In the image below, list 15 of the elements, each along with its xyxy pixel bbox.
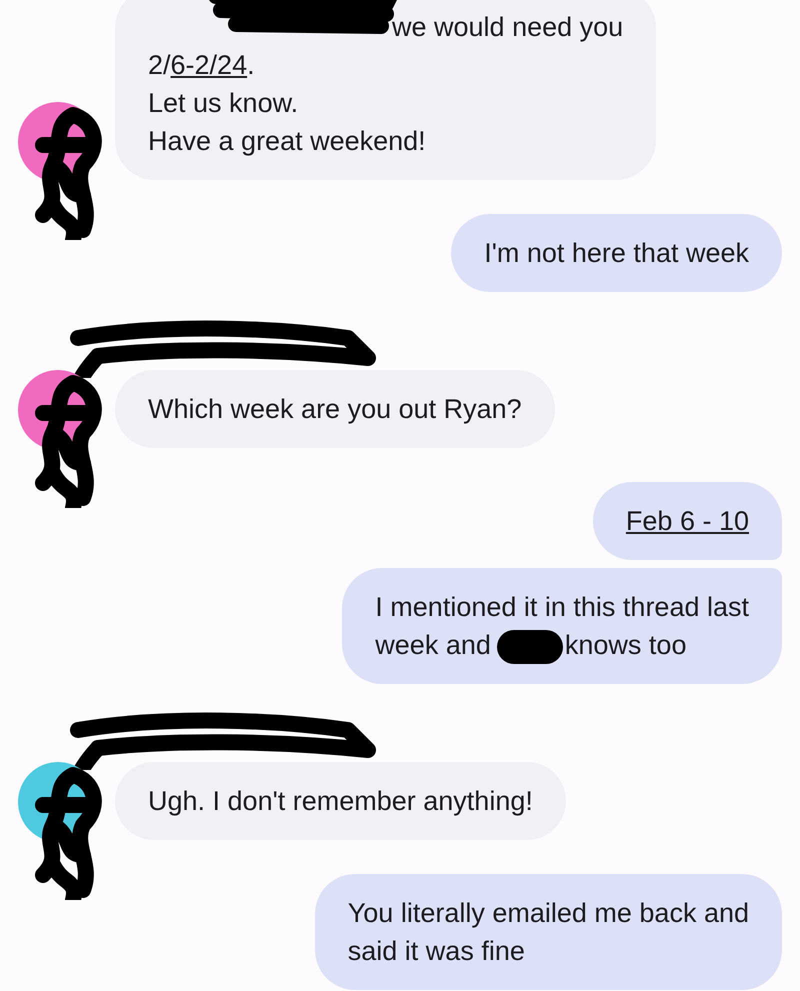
message-text: . (247, 50, 255, 80)
message-text: said it was fine (348, 936, 525, 966)
message-text: week and (375, 630, 491, 660)
message-text: Which week are you out Ryan? (148, 394, 522, 424)
message-text: we would need you (392, 12, 624, 42)
date-link[interactable]: 6-2/24 (170, 50, 248, 80)
message-text: Have a great weekend! (148, 126, 426, 156)
message-text: I'm not here that week (484, 238, 749, 268)
message-text: Let us know. (148, 88, 298, 118)
message-text: knows too (564, 630, 686, 660)
message-text: You literally emailed me back and (348, 898, 749, 928)
message-text: I mentioned it in this thread last (375, 592, 749, 622)
message-text: Ugh. I don't remember anything! (148, 786, 533, 816)
date-link[interactable]: Feb 6 - 10 (626, 506, 749, 536)
message-text: 2/ (148, 50, 171, 80)
